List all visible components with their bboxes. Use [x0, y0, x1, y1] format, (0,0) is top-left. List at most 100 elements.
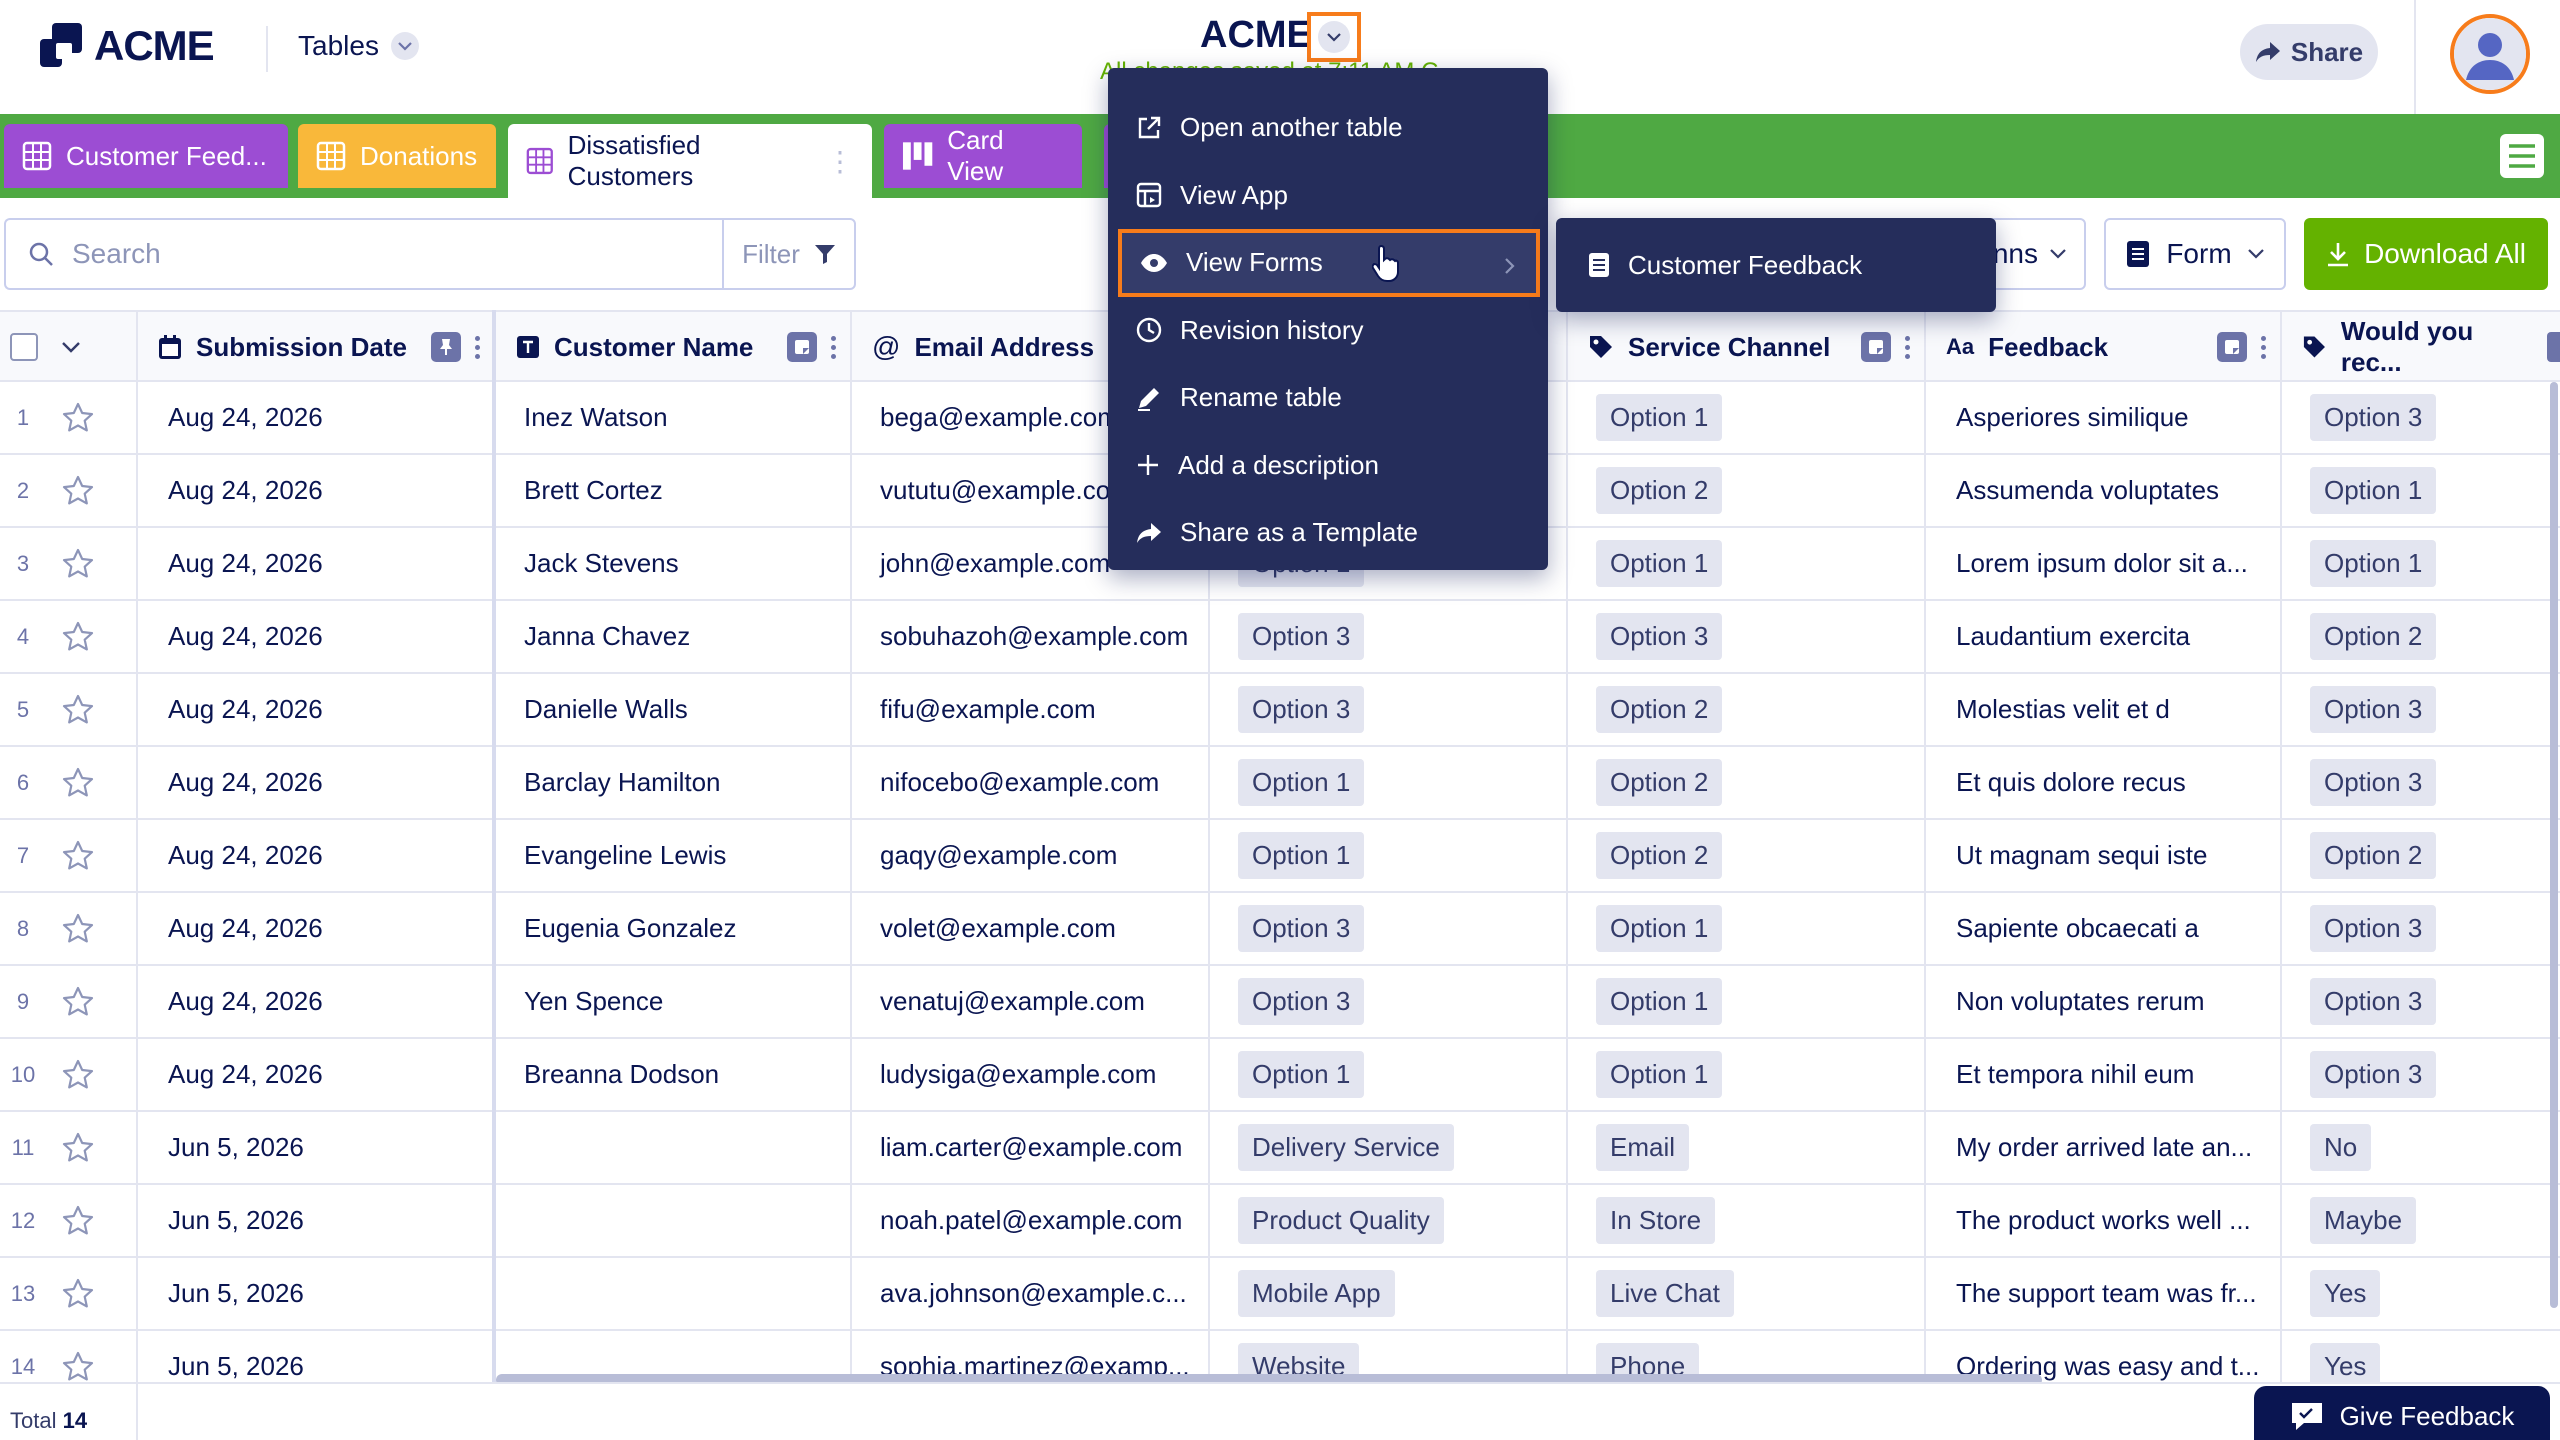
- table-row[interactable]: 11 Jun 5, 2026 liam.carter@example.com Deli…: [0, 1112, 2560, 1185]
- cell-service-channel[interactable]: Option 1: [1568, 1039, 1926, 1110]
- cell-option[interactable]: Option 3: [1210, 893, 1568, 964]
- star-icon[interactable]: [62, 694, 94, 726]
- chevron-down-icon[interactable]: [62, 341, 80, 353]
- title-dropdown-toggle[interactable]: [1307, 12, 1361, 62]
- cell-customer-name[interactable]: Eugenia Gonzalez: [496, 893, 852, 964]
- cell-email-address[interactable]: ava.johnson@example.c...: [852, 1258, 1210, 1329]
- column-header-service-channel[interactable]: Service Channel: [1568, 312, 1926, 382]
- cell-feedback[interactable]: Molestias velit et d: [1926, 674, 2282, 745]
- cell-would-you-recommend[interactable]: Option 2: [2282, 820, 2560, 891]
- star-icon[interactable]: [62, 548, 94, 580]
- menu-item-revision-history[interactable]: Revision history: [1108, 297, 1548, 365]
- cell-customer-name[interactable]: Evangeline Lewis: [496, 820, 852, 891]
- menu-toggle-button[interactable]: [2500, 134, 2544, 178]
- column-header-feedback[interactable]: Aa Feedback: [1926, 312, 2282, 382]
- cell-submission-date[interactable]: Aug 24, 2026: [138, 1039, 496, 1110]
- cell-customer-name[interactable]: Jack Stevens: [496, 528, 852, 599]
- cell-feedback[interactable]: The product works well ...: [1926, 1185, 2282, 1256]
- cell-would-you-recommend[interactable]: Option 3: [2282, 1039, 2560, 1110]
- cell-customer-name[interactable]: [496, 1185, 852, 1256]
- column-header-submission-date[interactable]: Submission Date: [138, 312, 496, 382]
- pin-icon[interactable]: [431, 332, 461, 362]
- cell-submission-date[interactable]: Aug 24, 2026: [138, 893, 496, 964]
- give-feedback-button[interactable]: Give Feedback: [2254, 1386, 2550, 1440]
- table-row[interactable]: 6 Aug 24, 2026 Barclay Hamilton nifocebo@ex…: [0, 747, 2560, 820]
- cell-email-address[interactable]: ludysiga@example.com: [852, 1039, 1210, 1110]
- cell-feedback[interactable]: Asperiores similique: [1926, 382, 2282, 453]
- menu-item-rename-table[interactable]: Rename table: [1108, 364, 1548, 432]
- table-row[interactable]: 7 Aug 24, 2026 Evangeline Lewis gaqy@exampl…: [0, 820, 2560, 893]
- acme-logo[interactable]: ACME: [40, 22, 215, 70]
- column-options-icon[interactable]: [2261, 335, 2266, 359]
- cell-service-channel[interactable]: Option 1: [1568, 893, 1926, 964]
- cell-email-address[interactable]: fifu@example.com: [852, 674, 1210, 745]
- star-icon[interactable]: [62, 402, 94, 434]
- cell-service-channel[interactable]: Email: [1568, 1112, 1926, 1183]
- cell-feedback[interactable]: Non voluptates rerum: [1926, 966, 2282, 1037]
- cell-submission-date[interactable]: Aug 24, 2026: [138, 455, 496, 526]
- table-row[interactable]: 13 Jun 5, 2026 ava.johnson@example.c... Mob…: [0, 1258, 2560, 1331]
- form-button[interactable]: Form: [2104, 218, 2286, 290]
- cell-service-channel[interactable]: Option 3: [1568, 601, 1926, 672]
- column-options-icon[interactable]: [475, 335, 480, 359]
- tab-customer-feedback[interactable]: Customer Feed...: [4, 124, 288, 188]
- star-icon[interactable]: [62, 621, 94, 653]
- cell-service-channel[interactable]: Option 2: [1568, 455, 1926, 526]
- cell-option[interactable]: Product Quality: [1210, 1185, 1568, 1256]
- column-options-icon[interactable]: [1905, 335, 1910, 359]
- column-header-would-you-recommend[interactable]: Would you rec...: [2282, 312, 2560, 382]
- table-row[interactable]: 8 Aug 24, 2026 Eugenia Gonzalez volet@examp…: [0, 893, 2560, 966]
- cell-submission-date[interactable]: Aug 24, 2026: [138, 382, 496, 453]
- select-all-checkbox[interactable]: [10, 333, 38, 361]
- cell-email-address[interactable]: gaqy@example.com: [852, 820, 1210, 891]
- cell-email-address[interactable]: nifocebo@example.com: [852, 747, 1210, 818]
- share-button[interactable]: Share: [2240, 24, 2378, 80]
- form-field-icon[interactable]: [2546, 332, 2560, 362]
- star-icon[interactable]: [62, 986, 94, 1018]
- cell-would-you-recommend[interactable]: Option 1: [2282, 455, 2560, 526]
- cell-email-address[interactable]: volet@example.com: [852, 893, 1210, 964]
- cell-would-you-recommend[interactable]: Maybe: [2282, 1185, 2560, 1256]
- cell-option[interactable]: Option 1: [1210, 1039, 1568, 1110]
- cell-feedback[interactable]: Sapiente obcaecati a: [1926, 893, 2282, 964]
- cell-would-you-recommend[interactable]: No: [2282, 1112, 2560, 1183]
- cell-customer-name[interactable]: Brett Cortez: [496, 455, 852, 526]
- star-icon[interactable]: [62, 1351, 94, 1382]
- cell-feedback[interactable]: Lorem ipsum dolor sit a...: [1926, 528, 2282, 599]
- cell-service-channel[interactable]: In Store: [1568, 1185, 1926, 1256]
- form-field-icon[interactable]: [787, 332, 817, 362]
- cell-service-channel[interactable]: Option 1: [1568, 528, 1926, 599]
- download-all-button[interactable]: Download All: [2304, 218, 2548, 290]
- cell-feedback[interactable]: My order arrived late an...: [1926, 1112, 2282, 1183]
- cell-submission-date[interactable]: Aug 24, 2026: [138, 966, 496, 1037]
- cell-service-channel[interactable]: Option 1: [1568, 966, 1926, 1037]
- tab-options-icon[interactable]: ⋮: [826, 145, 854, 178]
- cell-feedback[interactable]: Et tempora nihil eum: [1926, 1039, 2282, 1110]
- cell-option[interactable]: Option 1: [1210, 747, 1568, 818]
- cell-customer-name[interactable]: Breanna Dodson: [496, 1039, 852, 1110]
- cell-customer-name[interactable]: Barclay Hamilton: [496, 747, 852, 818]
- cell-submission-date[interactable]: Aug 24, 2026: [138, 674, 496, 745]
- cell-submission-date[interactable]: Jun 5, 2026: [138, 1258, 496, 1329]
- columns-button[interactable]: nns: [1986, 218, 2086, 290]
- table-row[interactable]: 4 Aug 24, 2026 Janna Chavez sobuhazoh@examp…: [0, 601, 2560, 674]
- cell-email-address[interactable]: noah.patel@example.com: [852, 1185, 1210, 1256]
- submenu-item-customer-feedback[interactable]: Customer Feedback: [1628, 250, 1862, 281]
- tab-card-view[interactable]: Card View: [884, 124, 1082, 188]
- cell-customer-name[interactable]: [496, 1112, 852, 1183]
- cell-service-channel[interactable]: Live Chat: [1568, 1258, 1926, 1329]
- star-icon[interactable]: [62, 475, 94, 507]
- vertical-scrollbar[interactable]: [2550, 382, 2558, 1308]
- cell-service-channel[interactable]: Option 2: [1568, 674, 1926, 745]
- cell-submission-date[interactable]: Jun 5, 2026: [138, 1331, 496, 1382]
- cell-service-channel[interactable]: Option 2: [1568, 747, 1926, 818]
- cell-feedback[interactable]: Laudantium exercita: [1926, 601, 2282, 672]
- cell-feedback[interactable]: Ut magnam sequi iste: [1926, 820, 2282, 891]
- cell-feedback[interactable]: The support team was fr...: [1926, 1258, 2282, 1329]
- cell-option[interactable]: Mobile App: [1210, 1258, 1568, 1329]
- cell-option[interactable]: Option 1: [1210, 820, 1568, 891]
- cell-option[interactable]: Delivery Service: [1210, 1112, 1568, 1183]
- cell-would-you-recommend[interactable]: Option 3: [2282, 966, 2560, 1037]
- filter-button[interactable]: Filter: [722, 218, 856, 290]
- cell-would-you-recommend[interactable]: Yes: [2282, 1331, 2560, 1382]
